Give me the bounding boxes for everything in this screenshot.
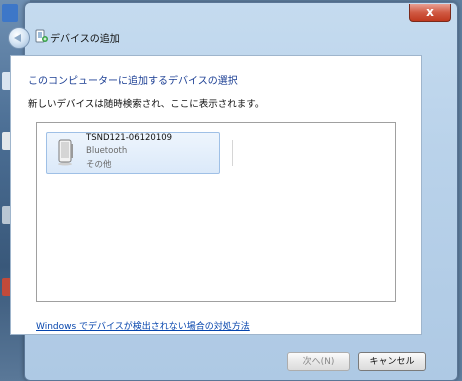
window-title: デバイスの追加: [50, 34, 120, 45]
device-category: その他: [86, 160, 112, 170]
add-device-wizard-icon: [35, 29, 48, 43]
page-subtext: 新しいデバイスは随時検索され、ここに表示されます。: [28, 99, 265, 110]
back-button[interactable]: [8, 27, 30, 49]
next-button[interactable]: 次へ(N): [287, 352, 350, 371]
device-type: Bluetooth: [86, 146, 128, 156]
troubleshoot-link[interactable]: Windows でデバイスが検出されない場合の対処方法: [36, 319, 250, 332]
device-icon: [58, 139, 73, 166]
device-name: TSND121-06120109: [86, 133, 173, 143]
desktop-shortcut-icon[interactable]: [2, 4, 18, 22]
tile-divider: [232, 140, 233, 166]
cancel-button[interactable]: キャンセル: [358, 352, 426, 371]
close-button[interactable]: x: [409, 4, 451, 22]
page-heading: このコンピューターに追加するデバイスの選択: [28, 76, 238, 87]
